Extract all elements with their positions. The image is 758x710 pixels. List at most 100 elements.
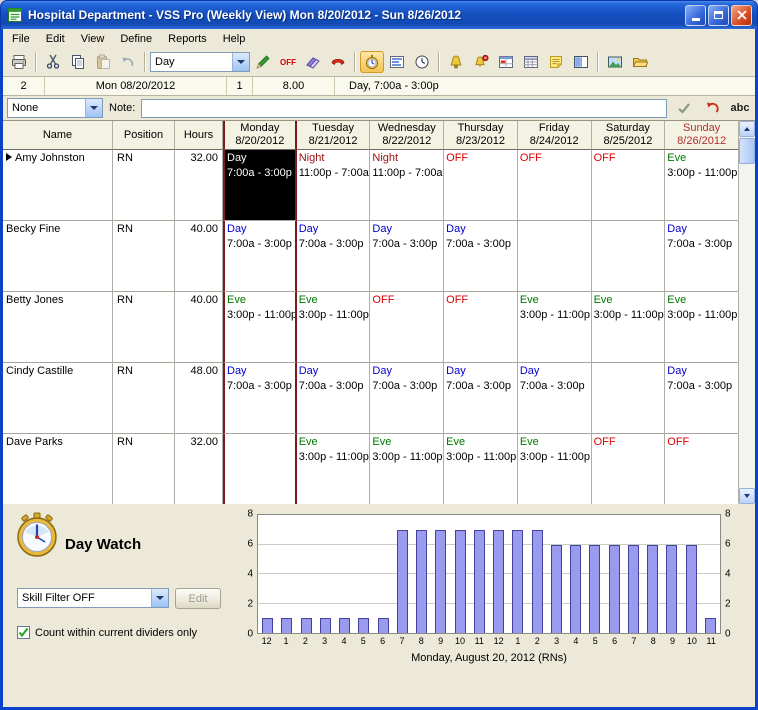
- scroll-thumb[interactable]: [739, 138, 755, 164]
- photo-icon[interactable]: [603, 51, 627, 73]
- edit-skill-filter-button[interactable]: Edit: [175, 588, 221, 609]
- employee-position[interactable]: RN: [113, 150, 175, 221]
- clock-icon[interactable]: [410, 51, 434, 73]
- shift-cell[interactable]: Day 7:00a - 3:00p: [665, 221, 739, 292]
- chevron-down-icon[interactable]: [151, 589, 168, 607]
- calendar-grid-icon[interactable]: [519, 51, 543, 73]
- shift-cell[interactable]: OFF: [591, 150, 666, 221]
- vertical-scrollbar[interactable]: [739, 121, 755, 505]
- shift-cell[interactable]: Eve 3:00p - 11:00p: [296, 292, 371, 363]
- employee-name[interactable]: Amy Johnston: [3, 150, 113, 221]
- pencil-icon[interactable]: [251, 51, 275, 73]
- menu-help[interactable]: Help: [215, 31, 254, 47]
- menu-reports[interactable]: Reports: [160, 31, 215, 47]
- skill-filter-dropdown[interactable]: Skill Filter OFF: [17, 588, 169, 608]
- minimize-button[interactable]: [685, 4, 706, 26]
- shift-cell[interactable]: Eve 3:00p - 11:00p: [223, 292, 297, 363]
- spellcheck-button[interactable]: abc: [729, 98, 751, 118]
- daywatch-stopwatch-icon[interactable]: [360, 51, 384, 73]
- day-header-monday[interactable]: Monday 8/20/2012: [223, 121, 297, 150]
- employee-position[interactable]: RN: [113, 363, 175, 434]
- alarm-icon[interactable]: [469, 51, 493, 73]
- bell-icon[interactable]: [444, 51, 468, 73]
- shift-cell[interactable]: Day 7:00a - 3:00p: [370, 221, 445, 292]
- shift-cell[interactable]: Eve 3:00p - 11:00p: [517, 434, 592, 505]
- employee-name[interactable]: Betty Jones: [3, 292, 113, 363]
- shift-cell[interactable]: Day 7:00a - 3:00p: [296, 221, 371, 292]
- column-header-hours[interactable]: Hours: [175, 121, 223, 150]
- shift-cell[interactable]: Night 11:00p - 7:00a: [370, 150, 445, 221]
- shift-cell[interactable]: [591, 363, 666, 434]
- shift-cell[interactable]: Eve 3:00p - 11:00p: [591, 292, 666, 363]
- shift-cell[interactable]: Day 7:00a - 3:00p: [517, 363, 592, 434]
- staffing-levels-icon[interactable]: [385, 51, 409, 73]
- shift-cell[interactable]: Eve 3:00p - 11:00p: [296, 434, 371, 505]
- divider-dropdown[interactable]: None: [7, 98, 103, 118]
- scroll-down-button[interactable]: [739, 488, 755, 504]
- shift-cell[interactable]: Eve 3:00p - 11:00p: [370, 434, 445, 505]
- count-dividers-checkbox[interactable]: [17, 626, 30, 639]
- shift-cell[interactable]: [591, 221, 666, 292]
- day-header-friday[interactable]: Friday 8/24/2012: [517, 121, 592, 150]
- shift-cell[interactable]: OFF: [517, 150, 592, 221]
- shift-cell[interactable]: OFF: [444, 292, 518, 363]
- menu-file[interactable]: File: [4, 31, 38, 47]
- employee-position[interactable]: RN: [113, 434, 175, 505]
- undo-icon[interactable]: [116, 51, 140, 73]
- employee-name[interactable]: Becky Fine: [3, 221, 113, 292]
- employee-name[interactable]: Cindy Castille: [3, 363, 113, 434]
- maximize-button[interactable]: [708, 4, 729, 26]
- shift-cell[interactable]: Eve 3:00p - 11:00p: [444, 434, 518, 505]
- shift-cell[interactable]: Day 7:00a - 3:00p: [223, 150, 297, 221]
- scroll-up-button[interactable]: [739, 121, 755, 137]
- note-icon[interactable]: [544, 51, 568, 73]
- copy-icon[interactable]: [66, 51, 90, 73]
- cut-icon[interactable]: [41, 51, 65, 73]
- shift-cell[interactable]: Eve 3:00p - 11:00p: [665, 150, 739, 221]
- day-header-sunday[interactable]: Sunday 8/26/2012: [665, 121, 739, 150]
- close-button[interactable]: [731, 4, 752, 26]
- folder-icon[interactable]: [628, 51, 652, 73]
- note-input[interactable]: [141, 98, 667, 118]
- shift-cell[interactable]: Night 11:00p - 7:00a: [296, 150, 371, 221]
- menu-define[interactable]: Define: [112, 31, 160, 47]
- shift-cell[interactable]: Day 7:00a - 3:00p: [370, 363, 445, 434]
- paste-icon[interactable]: [91, 51, 115, 73]
- shift-cell[interactable]: [223, 434, 297, 505]
- shift-cell[interactable]: OFF: [665, 434, 739, 505]
- menu-view[interactable]: View: [73, 31, 113, 47]
- day-header-saturday[interactable]: Saturday 8/25/2012: [591, 121, 666, 150]
- shift-type-dropdown[interactable]: Day: [150, 52, 250, 72]
- shift-cell[interactable]: Eve 3:00p - 11:00p: [517, 292, 592, 363]
- title-bar[interactable]: Hospital Department - VSS Pro (Weekly Vi…: [0, 0, 758, 29]
- phone-icon[interactable]: [326, 51, 350, 73]
- employee-position[interactable]: RN: [113, 221, 175, 292]
- chevron-down-icon[interactable]: [85, 99, 102, 117]
- menu-edit[interactable]: Edit: [38, 31, 73, 47]
- shift-cell[interactable]: Day 7:00a - 3:00p: [223, 363, 297, 434]
- confirm-check-icon[interactable]: [673, 98, 695, 118]
- employee-position[interactable]: RN: [113, 292, 175, 363]
- shift-cell[interactable]: Day 7:00a - 3:00p: [223, 221, 297, 292]
- shift-cell[interactable]: Day 7:00a - 3:00p: [296, 363, 371, 434]
- employee-name[interactable]: Dave Parks: [3, 434, 113, 505]
- revert-note-icon[interactable]: [701, 98, 723, 118]
- shift-cell[interactable]: Eve 3:00p - 11:00p: [665, 292, 739, 363]
- shift-cell[interactable]: OFF: [370, 292, 445, 363]
- chevron-down-icon[interactable]: [232, 53, 249, 71]
- shift-cell[interactable]: Day 7:00a - 3:00p: [444, 363, 518, 434]
- day-header-tuesday[interactable]: Tuesday 8/21/2012: [296, 121, 371, 150]
- off-icon[interactable]: OFF: [276, 51, 300, 73]
- column-header-position[interactable]: Position: [113, 121, 175, 150]
- eraser-icon[interactable]: [301, 51, 325, 73]
- shift-cell[interactable]: OFF: [444, 150, 518, 221]
- schedule-icon[interactable]: [494, 51, 518, 73]
- shift-cell[interactable]: Day 7:00a - 3:00p: [444, 221, 518, 292]
- column-header-name[interactable]: Name: [3, 121, 113, 150]
- shift-cell[interactable]: [517, 221, 592, 292]
- shift-cell[interactable]: OFF: [591, 434, 666, 505]
- columns-icon[interactable]: [569, 51, 593, 73]
- day-header-thursday[interactable]: Thursday 8/23/2012: [444, 121, 518, 150]
- scroll-track[interactable]: [739, 165, 755, 488]
- print-icon[interactable]: [7, 51, 31, 73]
